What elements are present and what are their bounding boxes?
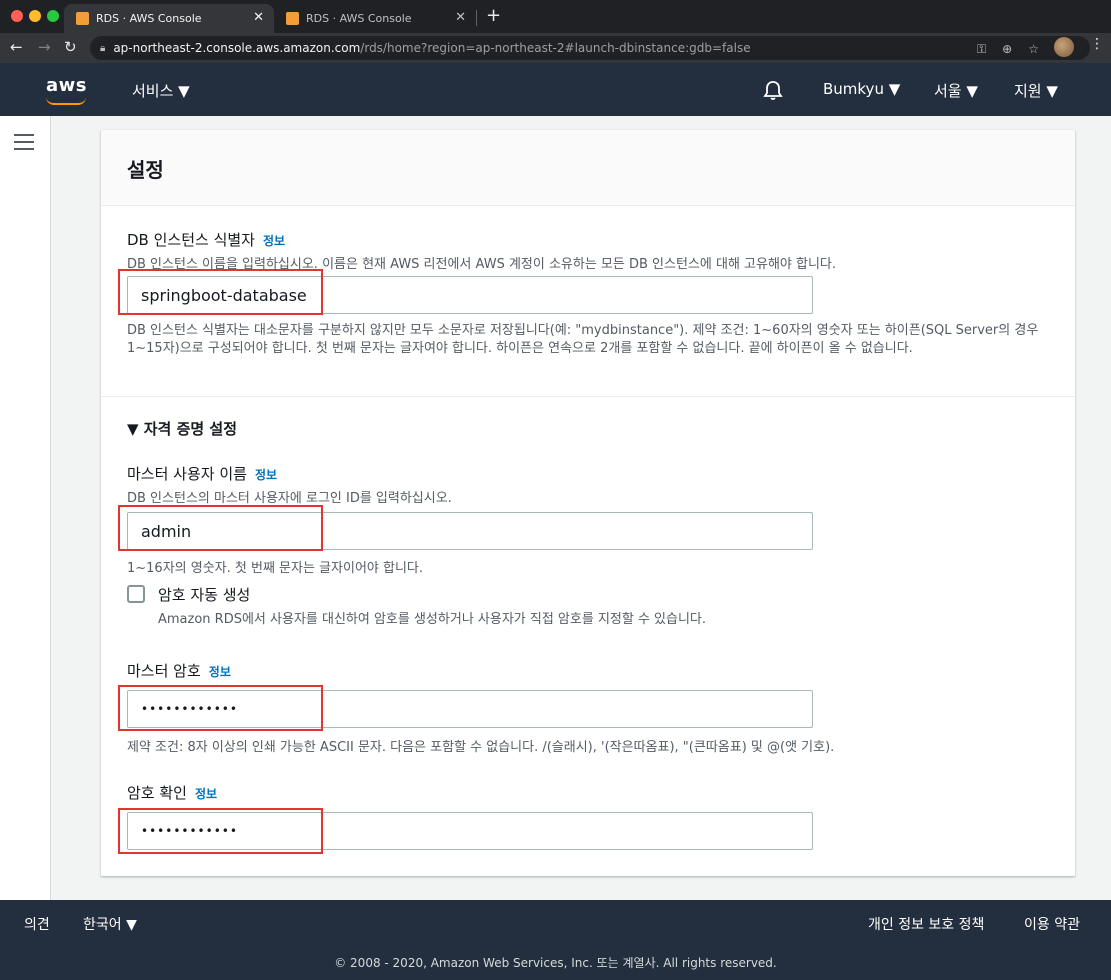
terms-link[interactable]: 이용 약관: [1024, 914, 1080, 934]
highlight-box: [118, 808, 323, 854]
auto-generate-password-description: Amazon RDS에서 사용자를 대신하여 암호를 생성하거나 사용자가 직접…: [158, 612, 707, 627]
highlight-box: [118, 685, 323, 731]
aws-logo[interactable]: aws: [46, 75, 87, 96]
db-identifier-label-text: DB 인스턴스 식별자: [127, 231, 255, 249]
master-user-label: 마스터 사용자 이름 정보: [127, 463, 277, 484]
privacy-policy-link[interactable]: 개인 정보 보호 정책: [868, 914, 984, 934]
url-host: ap-northeast-2.console.aws.amazon.com: [113, 41, 361, 55]
bookmark-star-icon[interactable]: ☆: [1028, 42, 1039, 57]
auto-generate-password-checkbox[interactable]: [127, 585, 145, 603]
services-menu[interactable]: 서비스 ▼: [132, 80, 190, 101]
feedback-link[interactable]: 의견: [24, 914, 50, 934]
info-link[interactable]: 정보: [263, 234, 285, 248]
settings-panel-header: 설정: [101, 130, 1075, 206]
info-link[interactable]: 정보: [255, 468, 277, 482]
browser-menu-icon[interactable]: ⋮: [1090, 36, 1104, 52]
confirm-password-label-text: 암호 확인: [127, 784, 187, 802]
db-identifier-constraint: DB 인스턴스 식별자는 대소문자를 구분하지 않지만 모두 소문자로 저장됩니…: [127, 323, 1039, 356]
aws-logo-smile-icon: [46, 97, 86, 105]
lock-icon: 🔒︎: [100, 42, 106, 54]
browser-tab[interactable]: RDS · AWS Console ✕: [274, 4, 476, 33]
browser-toolbar: ← → ↻ 🔒︎ ap-northeast-2.console.aws.amaz…: [0, 33, 1111, 63]
user-menu[interactable]: Bumkyu ▼: [823, 80, 900, 98]
address-bar[interactable]: 🔒︎ ap-northeast-2.console.aws.amazon.com…: [90, 36, 1090, 60]
auto-generate-password-label[interactable]: 암호 자동 생성: [158, 584, 250, 605]
aws-header: aws 서비스 ▼ Bumkyu ▼ 서울 ▼ 지원 ▼: [0, 63, 1111, 116]
minimize-window-button[interactable]: [29, 10, 41, 22]
info-link[interactable]: 정보: [195, 787, 217, 801]
aws-footer: 의견 한국어 ▼ 개인 정보 보호 정책 이용 약관 © 2008 - 2020…: [0, 900, 1111, 980]
address-bar-icons: ⚿ ⊕ ☆: [977, 42, 1039, 57]
copyright-text: © 2008 - 2020, Amazon Web Services, Inc.…: [334, 956, 777, 970]
aws-favicon-icon: [76, 12, 89, 25]
reload-icon[interactable]: ↻: [64, 38, 77, 56]
master-password-label-text: 마스터 암호: [127, 662, 201, 680]
db-identifier-label: DB 인스턴스 식별자 정보: [127, 229, 285, 250]
key-icon[interactable]: ⚿: [977, 42, 986, 57]
profile-avatar[interactable]: [1054, 37, 1074, 57]
language-selector[interactable]: 한국어 ▼: [83, 914, 137, 934]
support-menu[interactable]: 지원 ▼: [1014, 80, 1058, 101]
hamburger-menu-icon[interactable]: [14, 134, 34, 155]
close-tab-icon[interactable]: ✕: [455, 10, 466, 25]
confirm-password-label: 암호 확인 정보: [127, 782, 217, 803]
info-link[interactable]: 정보: [209, 665, 231, 679]
zoom-icon[interactable]: ⊕: [1002, 42, 1012, 57]
master-user-description: DB 인스턴스의 마스터 사용자에 로그인 ID를 입력하십시오.: [127, 491, 452, 506]
section-divider: [101, 396, 1075, 397]
side-nav: [0, 116, 51, 900]
master-password-label: 마스터 암호 정보: [127, 660, 231, 681]
master-user-constraint: 1~16자의 영숫자. 첫 번째 문자는 글자이어야 합니다.: [127, 561, 424, 576]
close-tab-icon[interactable]: ✕: [253, 10, 264, 25]
browser-tab-active[interactable]: RDS · AWS Console ✕: [64, 4, 274, 33]
region-menu[interactable]: 서울 ▼: [934, 80, 978, 101]
tab-separator: [476, 10, 477, 26]
tab-title: RDS · AWS Console: [306, 12, 412, 25]
notification-bell-icon[interactable]: [762, 79, 784, 101]
master-user-label-text: 마스터 사용자 이름: [127, 465, 247, 483]
aws-favicon-icon: [286, 12, 299, 25]
url-path: /rds/home?region=ap-northeast-2#launch-d…: [360, 41, 751, 55]
tab-title: RDS · AWS Console: [96, 12, 202, 25]
credentials-section-toggle[interactable]: ▼ 자격 증명 설정: [127, 418, 237, 439]
new-tab-icon[interactable]: +: [486, 5, 501, 26]
master-password-constraint: 제약 조건: 8자 이상의 인쇄 가능한 ASCII 문자. 다음은 포함할 수…: [127, 740, 835, 755]
highlight-box: [118, 269, 323, 315]
page-title: 설정: [127, 158, 164, 182]
highlight-box: [118, 505, 323, 551]
browser-tab-bar: RDS · AWS Console ✕ RDS · AWS Console ✕ …: [0, 0, 1111, 33]
close-window-button[interactable]: [11, 10, 23, 22]
forward-arrow-icon[interactable]: →: [38, 38, 51, 56]
maximize-window-button[interactable]: [47, 10, 59, 22]
back-arrow-icon[interactable]: ←: [10, 38, 23, 56]
